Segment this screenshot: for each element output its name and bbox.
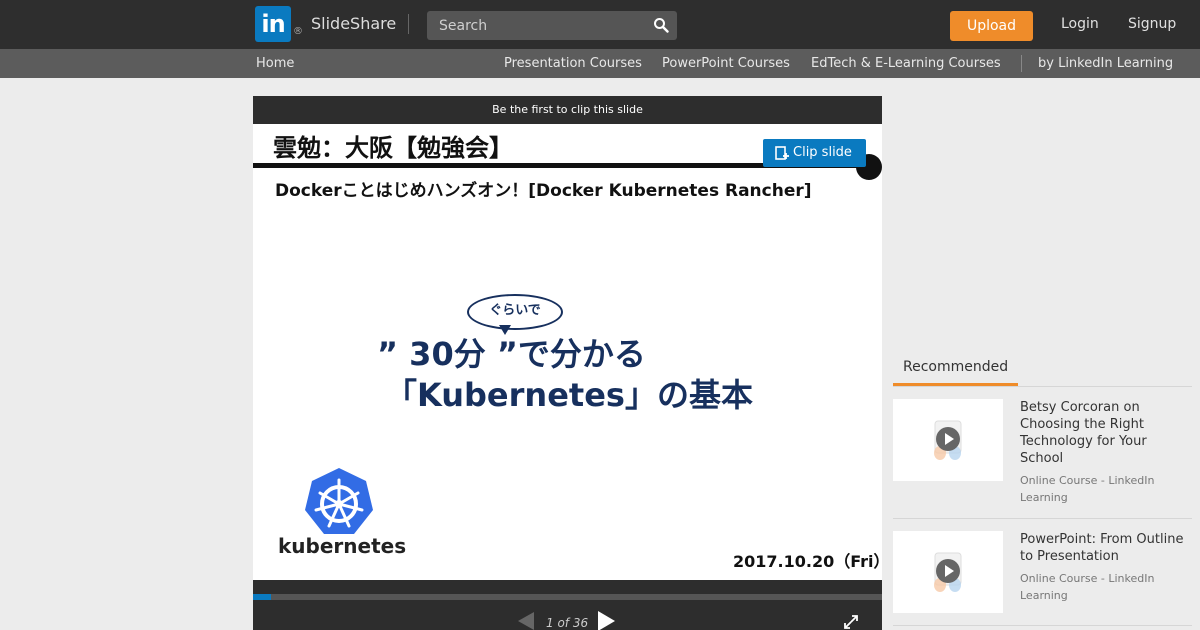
signup-link[interactable]: Signup <box>1128 16 1176 32</box>
course-thumbnail[interactable] <box>893 531 1003 613</box>
list-divider <box>893 625 1192 626</box>
brand-divider <box>408 14 409 34</box>
player-controls: 1 of 36 <box>253 600 882 630</box>
search-icon[interactable] <box>653 17 669 33</box>
tab-underline <box>893 386 1192 387</box>
upload-button[interactable]: Upload <box>950 11 1033 41</box>
slide-title-line1: ” 30分 ”で分かる <box>377 335 646 373</box>
play-video-icon <box>934 552 962 592</box>
next-slide-button[interactable] <box>598 611 615 630</box>
slide-view[interactable]: 雲勉：大阪【勉強会】 Dockerことはじめハンズオン！[Docker Kube… <box>253 124 882 580</box>
course-meta: Online Course - LinkedIn Learning <box>1020 572 1155 602</box>
course-title[interactable]: PowerPoint: From Outline to Presentation <box>1020 531 1192 565</box>
clip-slide-button[interactable]: Clip slide <box>763 139 866 167</box>
kubernetes-wordmark: kubernetes <box>278 534 407 558</box>
course-title[interactable]: Betsy Corcoran on Choosing the Right Tec… <box>1020 399 1192 467</box>
clip-slide-label: Clip slide <box>793 145 852 160</box>
slide-header-text: 雲勉：大阪【勉強会】 <box>273 134 513 162</box>
previous-slide-button[interactable] <box>518 612 534 630</box>
clip-icon <box>775 146 789 160</box>
course-meta: Online Course - LinkedIn Learning <box>1020 474 1155 504</box>
play-video-icon <box>934 420 962 460</box>
speech-bubble-text: ぐらいで <box>489 303 541 318</box>
list-divider <box>893 518 1192 519</box>
page-count: 1 of 36 <box>546 616 589 630</box>
nav-home[interactable]: Home <box>256 56 294 71</box>
nav-edtech-courses[interactable]: EdTech & E-Learning Courses <box>811 56 1001 71</box>
tab-recommended-label: Recommended <box>903 359 1009 375</box>
top-header: in ® SlideShare Upload Login Signup <box>0 0 1200 49</box>
linkedin-logo[interactable]: in <box>255 6 291 42</box>
search-input[interactable] <box>427 11 645 40</box>
login-link[interactable]: Login <box>1061 16 1099 32</box>
list-item[interactable]: PowerPoint: From Outline to Presentation… <box>893 531 1192 630</box>
nav-presentation-courses[interactable]: Presentation Courses <box>504 56 642 71</box>
sub-navigation: Home Presentation Courses PowerPoint Cou… <box>0 49 1200 78</box>
speech-bubble: ぐらいで <box>467 294 563 330</box>
course-thumbnail[interactable] <box>893 399 1003 481</box>
tab-recommended[interactable]: Recommended <box>893 352 1018 386</box>
search-box <box>427 11 677 40</box>
kubernetes-logo-icon <box>305 468 373 534</box>
nav-divider <box>1021 55 1022 72</box>
slide-player: Be the first to clip this slide 雲勉：大阪【勉強… <box>253 96 882 630</box>
list-item[interactable]: Betsy Corcoran on Choosing the Right Tec… <box>893 399 1192 519</box>
fullscreen-icon[interactable] <box>843 614 859 630</box>
brand-name[interactable]: SlideShare <box>311 14 396 33</box>
nav-powerpoint-courses[interactable]: PowerPoint Courses <box>662 56 790 71</box>
slide-date: 2017.10.20（Fri） <box>733 552 882 571</box>
slide-title-line2: 「Kubernetes」の基本 <box>385 376 753 414</box>
nav-linkedin-learning[interactable]: by LinkedIn Learning <box>1038 56 1173 71</box>
clip-banner: Be the first to clip this slide <box>253 96 882 124</box>
registered-mark: ® <box>293 26 303 37</box>
slide-subtitle: Dockerことはじめハンズオン！[Docker Kubernetes Ranc… <box>275 181 812 201</box>
